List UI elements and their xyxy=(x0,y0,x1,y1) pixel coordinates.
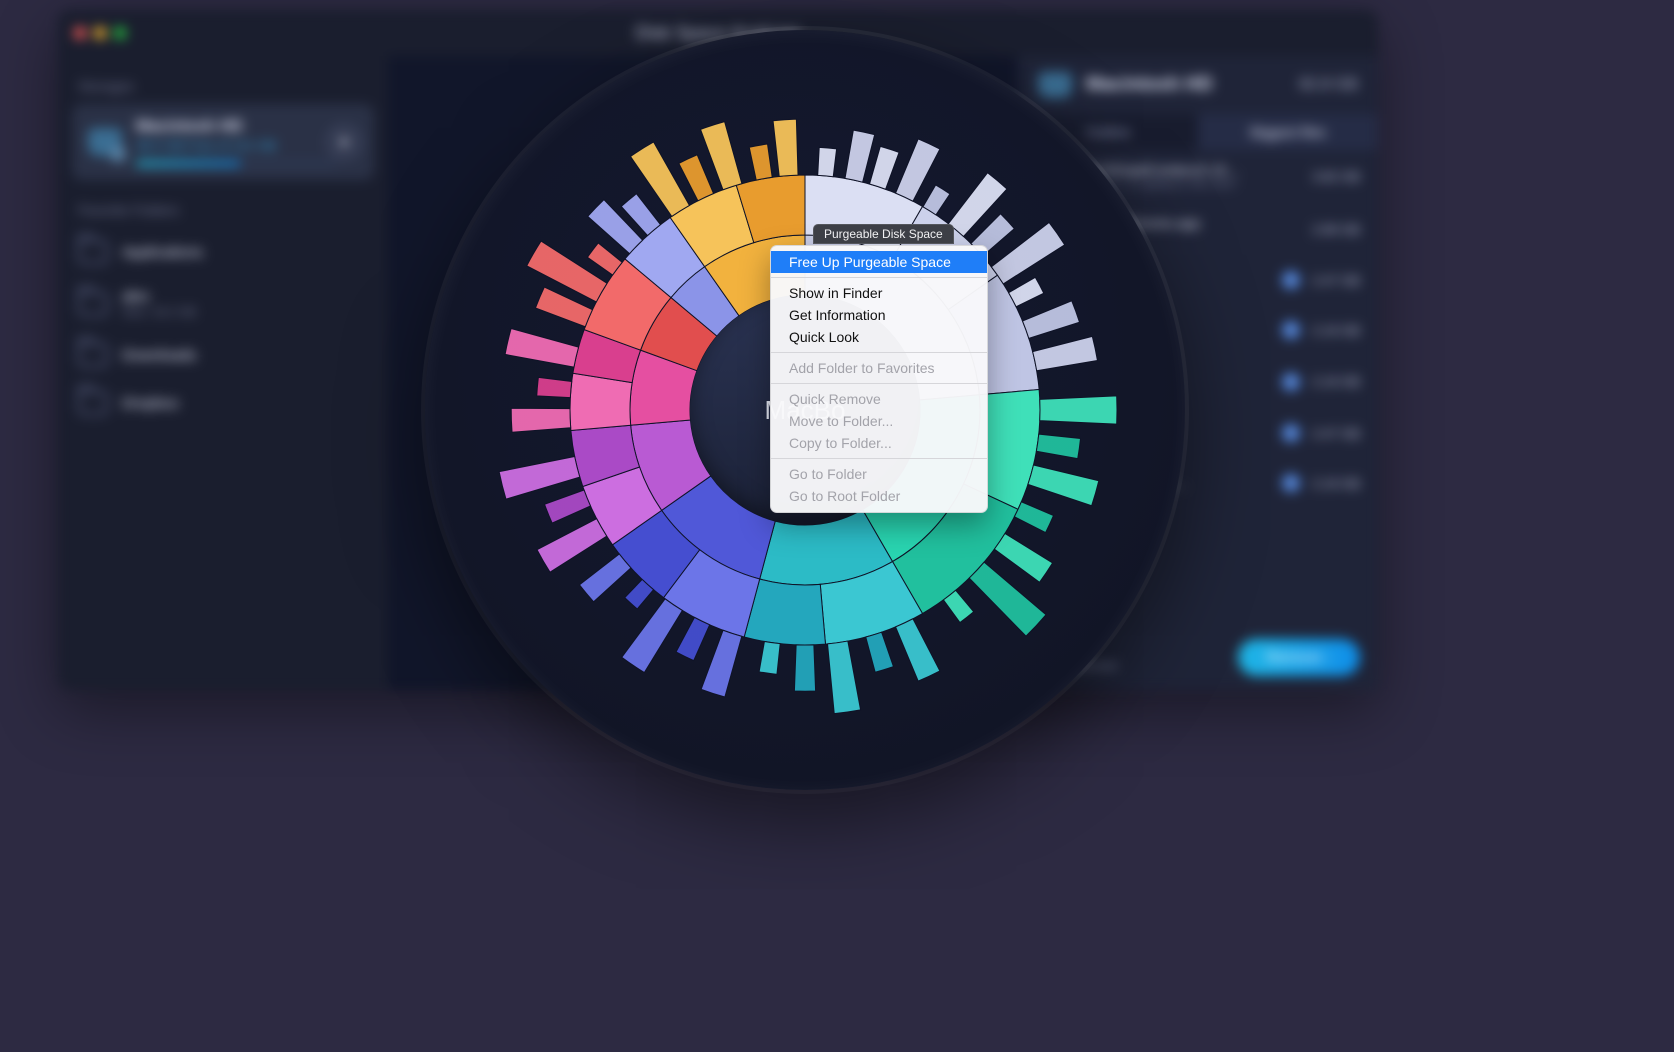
file-size: 2.19 GB xyxy=(1312,476,1360,491)
remove-button[interactable]: Remove › xyxy=(1238,639,1360,676)
info-icon[interactable]: i xyxy=(1282,321,1300,339)
fav-name: Applications xyxy=(122,244,203,261)
file-size: 2.19 GB xyxy=(1312,374,1360,389)
storage-free: 38.5 GB Free of 121 GB xyxy=(136,138,336,153)
menu-item-free-up-purgeable-space[interactable]: Free Up Purgeable Space xyxy=(771,251,987,273)
menu-item-quick-remove: Quick Remove xyxy=(771,388,987,410)
folder-icon xyxy=(78,292,108,316)
info-icon[interactable]: i xyxy=(1282,424,1300,442)
drive-size: 82.8 GB xyxy=(1299,76,1358,94)
file-size: 2.47 GB xyxy=(1312,273,1360,288)
scan-button[interactable] xyxy=(328,126,360,158)
storage-texts: Macintosh HD 38.5 GB Free of 121 GB xyxy=(136,118,336,166)
fav-texts: alex Size: 19.2 GB xyxy=(122,288,196,319)
sidebar-item-alex[interactable]: alex Size: 19.2 GB xyxy=(72,276,374,331)
info-icon[interactable]: i xyxy=(1282,474,1300,492)
tab-biggest-files[interactable]: Biggest files xyxy=(1198,114,1378,150)
folder-icon xyxy=(78,343,108,367)
fav-sub: Size: 19.2 GB xyxy=(122,305,196,319)
fav-name: Downloads xyxy=(122,347,196,364)
favorites-list: Applications alex Size: 19.2 GB Download… xyxy=(72,228,374,427)
folder-icon xyxy=(78,240,108,264)
context-menu-header: Purgeable Disk Space xyxy=(813,224,954,244)
favorites-label: Favorite Folders xyxy=(78,202,368,218)
fav-texts: Dropbox xyxy=(122,395,179,412)
menu-item-go-to-root-folder: Go to Root Folder xyxy=(771,485,987,507)
menu-separator xyxy=(771,458,987,459)
menu-item-show-in-finder[interactable]: Show in Finder xyxy=(771,282,987,304)
info-icon[interactable]: i xyxy=(1282,373,1300,391)
menu-item-get-information[interactable]: Get Information xyxy=(771,304,987,326)
folder-icon xyxy=(78,391,108,415)
sidebar-item-dropbox[interactable]: Dropbox xyxy=(72,379,374,427)
file-size: 3.82 GB xyxy=(1312,169,1360,184)
info-icon[interactable]: i xyxy=(1282,271,1300,289)
menu-separator xyxy=(771,352,987,353)
sidebar-item-applications[interactable]: Applications xyxy=(72,228,374,276)
file-size: 2.47 GB xyxy=(1312,426,1360,441)
context-menu: Purgeable Disk Space Free Up Purgeable S… xyxy=(770,245,988,513)
menu-item-add-folder-to-favorites: Add Folder to Favorites xyxy=(771,357,987,379)
menu-item-go-to-folder: Go to Folder xyxy=(771,463,987,485)
storage-usage-bar xyxy=(136,161,336,166)
storages-label: Storages xyxy=(78,78,368,94)
menu-item-copy-to-folder: Copy to Folder... xyxy=(771,432,987,454)
fav-name: Dropbox xyxy=(122,395,179,412)
file-size: 2.19 GB xyxy=(1312,323,1360,338)
storage-name: Macintosh HD xyxy=(136,118,336,136)
menu-item-move-to-folder: Move to Folder... xyxy=(771,410,987,432)
sidebar: Storages Macintosh HD 38.5 GB Free of 12… xyxy=(58,56,388,690)
menu-item-quick-look[interactable]: Quick Look xyxy=(771,326,987,348)
storage-row-macintosh-hd[interactable]: Macintosh HD 38.5 GB Free of 121 GB xyxy=(72,104,374,180)
remove-label: Remove xyxy=(1266,649,1322,666)
menu-separator xyxy=(771,277,987,278)
file-size: 2.89 GB xyxy=(1312,222,1360,237)
fav-name: alex xyxy=(122,288,196,305)
disk-icon xyxy=(88,128,122,156)
chevron-right-icon: › xyxy=(1328,651,1332,665)
fav-texts: Downloads xyxy=(122,347,196,364)
menu-separator xyxy=(771,383,987,384)
sidebar-item-downloads[interactable]: Downloads xyxy=(72,331,374,379)
fav-texts: Applications xyxy=(122,244,203,261)
